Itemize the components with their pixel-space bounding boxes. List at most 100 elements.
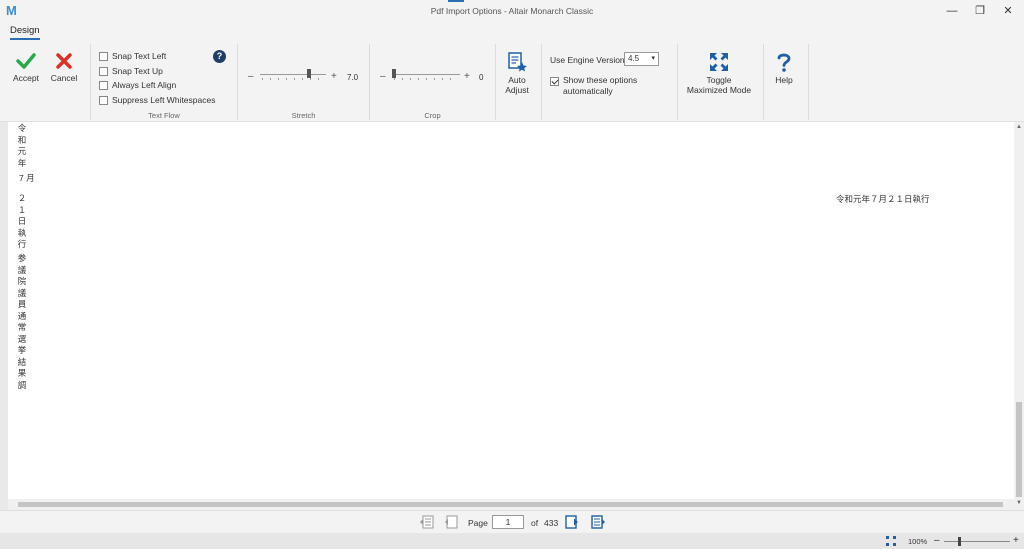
of-label: of	[531, 518, 539, 528]
crop-increase-button[interactable]: +	[464, 71, 470, 82]
group-separator	[541, 44, 542, 120]
title-bar: M Pdf Import Options - Altair Monarch Cl…	[0, 0, 1024, 22]
last-page-icon[interactable]	[589, 513, 607, 531]
scroll-up-icon[interactable]: ▲	[1016, 124, 1022, 130]
horizontal-scroll-thumb[interactable]	[18, 502, 1003, 507]
suppress-left-whitespaces-option[interactable]: Suppress Left Whitespaces	[99, 94, 215, 106]
scroll-down-icon[interactable]: ▼	[1016, 500, 1022, 506]
zoom-slider-thumb[interactable]	[958, 537, 961, 546]
stretch-group-label: Stretch	[291, 111, 316, 120]
cancel-label: Cancel	[50, 73, 78, 83]
always-left-align-label: Always Left Align	[112, 80, 177, 90]
snap-text-up-label: Snap Text Up	[112, 66, 163, 76]
ribbon-tabs: Design	[0, 22, 1024, 40]
fit-to-window-icon[interactable]	[886, 536, 896, 546]
zoom-level: 100%	[908, 537, 928, 546]
title-accent-line	[448, 0, 464, 2]
crop-thumb[interactable]	[392, 69, 396, 78]
auto-adjust-button[interactable]: Auto Adjust	[500, 52, 534, 95]
status-bar: 100% – +	[0, 533, 1024, 549]
help-label: Help	[775, 75, 793, 85]
document-preview-area: 令和元年 7 月 ２１日執行 参議院議員通常選挙結果調 令和元年７月２１日執行 …	[0, 122, 1024, 510]
stretch-increase-button[interactable]: +	[331, 71, 337, 82]
toggle-label-line2: Maximized Mode	[686, 85, 752, 95]
close-button[interactable]: ✕	[994, 3, 1022, 19]
group-separator	[369, 44, 370, 120]
snap-text-up-option[interactable]: Snap Text Up	[99, 65, 163, 77]
snap-text-up-checkbox[interactable]	[99, 66, 108, 76]
restore-button[interactable]: ❐	[966, 3, 994, 19]
crop-track	[392, 74, 460, 75]
stretch-value: 7.0	[347, 73, 359, 82]
stretch-decrease-button[interactable]: –	[248, 71, 254, 82]
group-separator	[763, 44, 764, 120]
group-separator	[808, 44, 809, 120]
group-separator	[495, 44, 496, 120]
chevron-down-icon: ▾	[651, 55, 655, 62]
zoom-in-button[interactable]: +	[1013, 535, 1019, 546]
vertical-scroll-thumb[interactable]	[1016, 402, 1022, 497]
stretch-track	[260, 74, 326, 75]
accept-label: Accept	[13, 73, 39, 83]
vertical-text-era: 令和元年	[17, 123, 27, 168]
show-options-automatically-option[interactable]: Show these options automatically	[550, 75, 637, 97]
vertical-text-title: 参議院議員通常選挙結果調	[17, 253, 27, 390]
engine-version-value: 4.5	[628, 54, 640, 63]
help-button[interactable]: Help	[770, 52, 798, 85]
snap-text-left-option[interactable]: Snap Text Left	[99, 50, 166, 62]
text-flow-group-label: Text Flow	[148, 111, 180, 120]
previous-page-icon[interactable]	[442, 513, 460, 531]
page-navigation: Page 1 of 433	[0, 510, 1024, 532]
vertical-text-day: ２１日執行	[17, 193, 27, 249]
zoom-slider-track[interactable]	[944, 541, 1010, 542]
crop-ticks	[394, 78, 458, 80]
cancel-button[interactable]: Cancel	[48, 52, 80, 83]
first-page-icon[interactable]	[418, 513, 436, 531]
zoom-out-button[interactable]: –	[934, 535, 940, 546]
group-separator	[90, 44, 91, 120]
question-mark-icon	[777, 53, 791, 72]
snap-text-left-checkbox[interactable]	[99, 51, 108, 61]
minimize-button[interactable]: —	[938, 3, 966, 19]
stretch-slider[interactable]	[260, 68, 326, 82]
snap-text-left-label: Snap Text Left	[112, 51, 167, 61]
group-separator	[237, 44, 238, 120]
stretch-thumb[interactable]	[307, 69, 311, 78]
toggle-maximized-mode-button[interactable]: Toggle Maximized Mode	[682, 52, 756, 95]
crop-value: 0	[479, 73, 484, 82]
text-flow-help-icon[interactable]: ?	[213, 50, 226, 63]
show-options-label-line1: Show these options	[563, 75, 638, 85]
vertical-scrollbar[interactable]: ▲ ▼	[1014, 122, 1024, 510]
crop-slider[interactable]	[392, 68, 460, 82]
crop-decrease-button[interactable]: –	[380, 71, 386, 82]
ribbon: Accept Cancel Snap Text Left Snap Text U…	[0, 42, 1024, 122]
group-separator	[677, 44, 678, 120]
accept-button[interactable]: Accept	[8, 52, 44, 83]
horizontal-scrollbar[interactable]	[8, 499, 1014, 510]
show-options-label-line2: automatically	[563, 86, 613, 96]
page-number-input[interactable]: 1	[492, 515, 524, 529]
vertical-text-month: 7 月	[19, 173, 35, 183]
cross-icon	[56, 53, 72, 69]
auto-adjust-icon	[508, 52, 527, 72]
auto-adjust-label-line2: Adjust	[505, 85, 529, 95]
auto-adjust-label-line1: Auto	[508, 75, 526, 85]
document-page: 令和元年 7 月 ２１日執行 参議院議員通常選挙結果調 令和元年７月２１日執行	[8, 122, 1014, 499]
total-pages: 433	[544, 518, 559, 528]
checkmark-icon	[16, 53, 36, 69]
page-label: Page	[468, 518, 488, 528]
window-title: Pdf Import Options - Altair Monarch Clas…	[430, 6, 594, 16]
next-page-icon[interactable]	[563, 513, 581, 531]
suppress-left-whitespaces-label: Suppress Left Whitespaces	[112, 95, 216, 105]
always-left-align-option[interactable]: Always Left Align	[99, 79, 176, 91]
tab-design[interactable]: Design	[10, 25, 40, 40]
show-options-checkbox[interactable]	[550, 77, 559, 86]
engine-version-label: Use Engine Version	[550, 55, 625, 65]
suppress-left-whitespaces-checkbox[interactable]	[99, 95, 108, 105]
always-left-align-checkbox[interactable]	[99, 80, 108, 90]
right-date-text: 令和元年７月２１日執行	[836, 194, 930, 204]
expand-arrows-icon	[710, 53, 728, 71]
stretch-ticks	[262, 78, 324, 80]
crop-group-label: Crop	[424, 111, 441, 120]
engine-version-select[interactable]: 4.5 ▾	[624, 52, 659, 66]
